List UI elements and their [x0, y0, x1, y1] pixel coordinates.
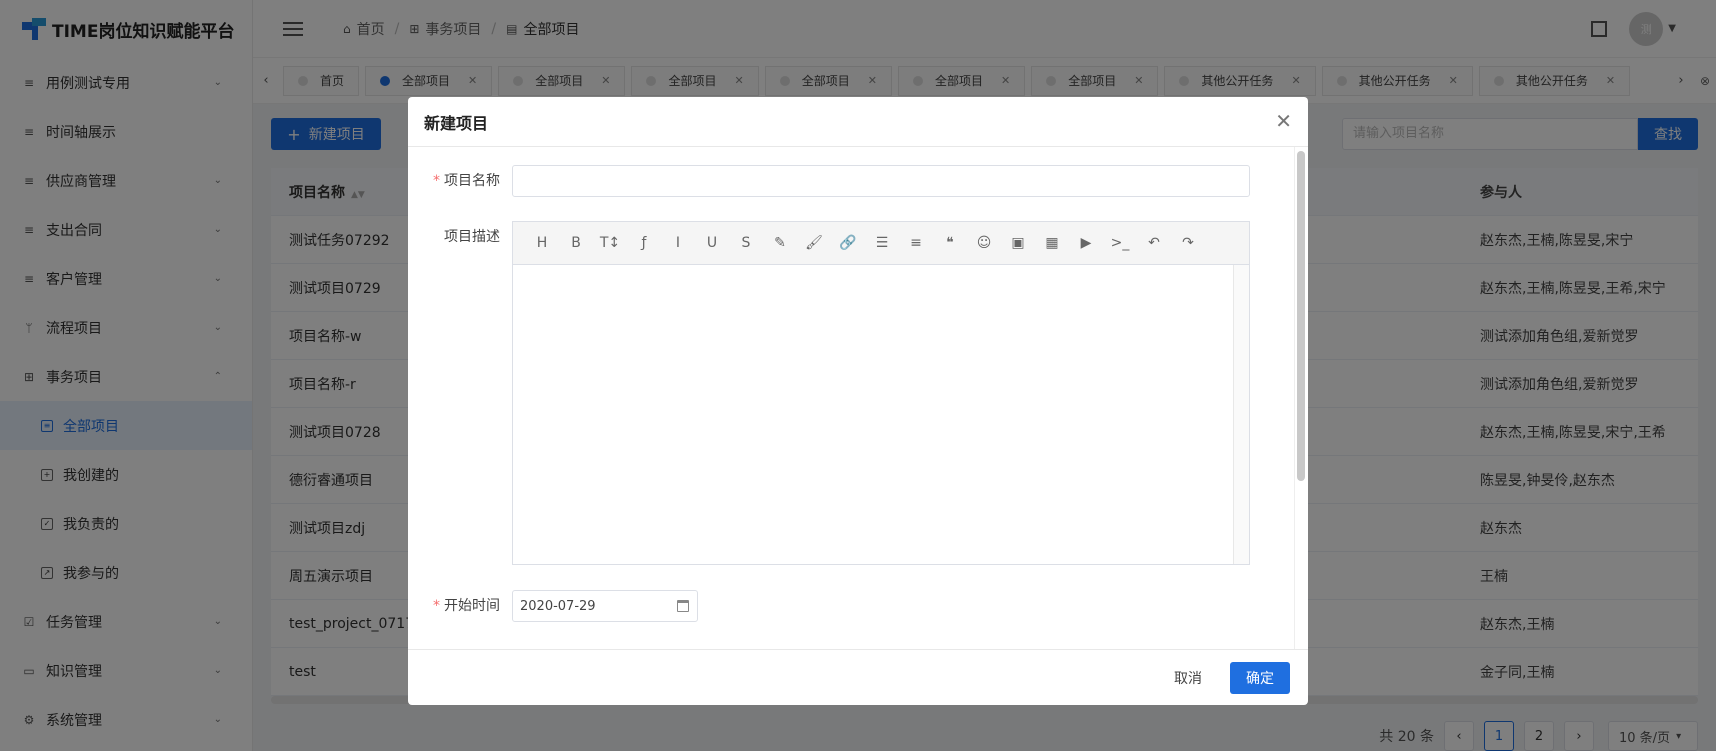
redo-icon[interactable]: ↷: [1171, 235, 1205, 251]
highlighter-icon[interactable]: ✎: [763, 235, 797, 251]
desc-label: 项目描述: [444, 229, 500, 245]
italic-icon[interactable]: I: [661, 235, 695, 251]
heading-icon[interactable]: H: [525, 235, 559, 251]
required-mark: *: [433, 598, 440, 614]
link-icon[interactable]: 🔗: [831, 235, 865, 251]
editor-toolbar: H B T↕ ƒ I U S ✎ 🖌 🔗 ☰ ≡ ❝ ☺ ▣ ▦ ▶ >_ ↶ ↷: [513, 222, 1249, 265]
table-icon[interactable]: ▦: [1035, 235, 1069, 251]
required-mark: *: [433, 173, 440, 189]
project-name-input[interactable]: [512, 165, 1250, 197]
dialog-scrollbar-thumb[interactable]: [1297, 151, 1305, 481]
dialog-scrollbar-track: [1294, 147, 1308, 649]
video-icon[interactable]: ▶: [1069, 235, 1103, 251]
font-icon[interactable]: ƒ: [627, 235, 661, 251]
cancel-button[interactable]: 取消: [1174, 668, 1202, 688]
underline-icon[interactable]: U: [695, 235, 729, 251]
bullet-list-icon[interactable]: ☰: [865, 235, 899, 251]
undo-icon[interactable]: ↶: [1137, 235, 1171, 251]
strikethrough-icon[interactable]: S: [729, 235, 763, 251]
rich-text-editor: H B T↕ ƒ I U S ✎ 🖌 🔗 ☰ ≡ ❝ ☺ ▣ ▦ ▶ >_ ↶ ↷: [512, 221, 1250, 565]
emoji-icon[interactable]: ☺: [967, 235, 1001, 251]
start-date-picker[interactable]: 2020-07-29: [512, 590, 698, 622]
editor-content-area[interactable]: [513, 265, 1249, 564]
close-icon[interactable]: ✕: [1275, 111, 1292, 131]
quote-icon[interactable]: ❝: [933, 235, 967, 251]
bold-icon[interactable]: B: [559, 235, 593, 251]
align-icon[interactable]: ≡: [899, 235, 933, 251]
code-icon[interactable]: >_: [1103, 235, 1137, 251]
name-label: 项目名称: [444, 173, 500, 189]
editor-scrollbar[interactable]: [1233, 265, 1249, 564]
calendar-icon: [677, 600, 689, 612]
text-size-icon[interactable]: T↕: [593, 235, 627, 251]
new-project-dialog: 新建项目 ✕ * 项目名称 项目描述 H B T↕ ƒ I U S ✎ 🖌 🔗 ☰ ≡ ❝ ☺ ▣ ▦ ▶ >_ ↶ ↷…: [408, 97, 1308, 705]
image-icon[interactable]: ▣: [1001, 235, 1035, 251]
brush-icon[interactable]: 🖌: [797, 235, 831, 251]
dialog-title: 新建项目: [424, 113, 489, 133]
confirm-button[interactable]: 确定: [1230, 661, 1290, 694]
start-label: 开始时间: [444, 598, 500, 614]
